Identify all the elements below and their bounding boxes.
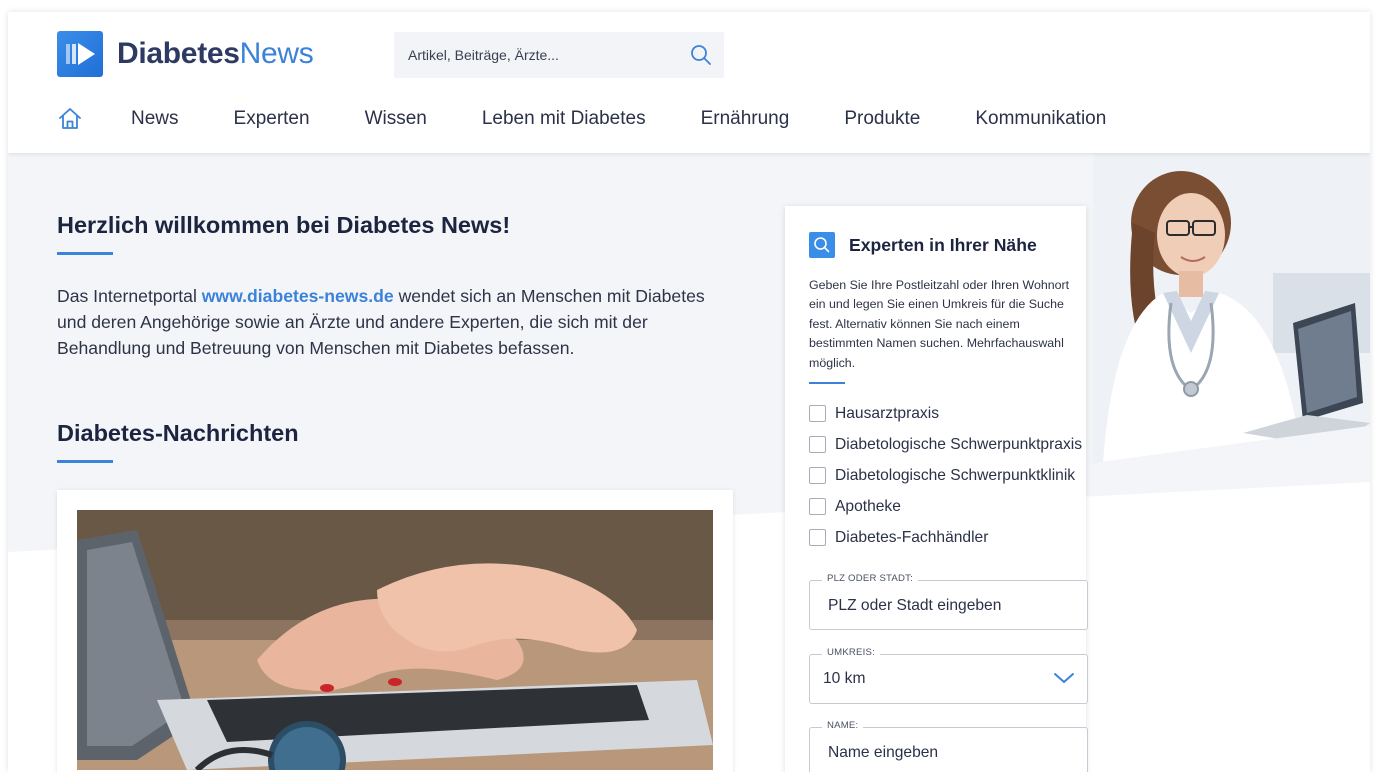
name-label: NAME: [822,720,864,731]
checkbox-schwerpunktklinik[interactable]: Diabetologische Schwerpunktklinik [809,460,1082,491]
checkbox-hausarztpraxis[interactable]: Hausarztpraxis [809,398,1082,429]
logo-play-icon [57,31,103,77]
nav-item-leben-mit-diabetes[interactable]: Leben mit Diabetes [482,108,646,130]
news-title-underline [57,460,113,463]
experts-header: Experten in Ihrer Nähe [809,232,1037,258]
checkbox-schwerpunktpraxis[interactable]: Diabetologische Schwerpunktpraxis [809,429,1082,460]
plz-label: PLZ ODER STADT: [822,573,918,584]
checkbox-label: Diabetologische Schwerpunktpraxis [835,435,1083,453]
intro-prefix: Das Internetportal [57,286,202,306]
checkbox-apotheke[interactable]: Apotheke [809,491,1082,522]
logo-text: DiabetesNews [117,37,314,71]
news-section-title: Diabetes-Nachrichten [57,420,299,446]
plz-field: PLZ ODER STADT: [809,573,1088,630]
nav-item-experten[interactable]: Experten [234,108,310,130]
search-input[interactable] [394,32,688,78]
page-frame: DiabetesNews News Experten [8,12,1370,772]
nav-item-ernaehrung[interactable]: Ernährung [701,108,790,130]
radius-value: 10 km [823,670,866,687]
nav-item-kommunikation[interactable]: Kommunikation [975,108,1106,130]
checkbox-label: Diabetes-Fachhändler [835,528,989,546]
logo-text-part2: News [239,37,314,70]
checkbox-label: Diabetologische Schwerpunktklinik [835,466,1076,484]
checkbox-box[interactable] [809,467,826,484]
logo[interactable]: DiabetesNews [57,31,314,77]
portal-link[interactable]: www.diabetes-news.de [202,286,394,306]
nav-item-wissen[interactable]: Wissen [365,108,427,130]
plz-input[interactable] [826,593,1070,619]
main-nav: News Experten Wissen Leben mit Diabetes … [57,105,1161,133]
checkbox-box[interactable] [809,405,826,422]
experts-panel: Experten in Ihrer Nähe Geben Sie Ihre Po… [785,206,1088,772]
site-header: DiabetesNews News Experten [8,12,1370,153]
news-image [77,510,713,770]
name-field: NAME: [809,720,1088,772]
checkbox-box[interactable] [809,436,826,453]
name-input[interactable] [826,740,1070,766]
search-bar [394,32,724,78]
experts-divider [809,382,845,384]
welcome-title: Herzlich willkommen bei Diabetes News! [57,212,511,238]
search-icon [809,232,835,258]
logo-text-part1: Diabetes [117,37,240,70]
nav-item-news[interactable]: News [131,108,179,130]
checkbox-label: Apotheke [835,497,901,515]
nav-item-produkte[interactable]: Produkte [844,108,920,130]
experts-title: Experten in Ihrer Nähe [849,234,1037,255]
doctor-hero-image [1093,153,1370,463]
chevron-down-icon[interactable] [1053,671,1075,690]
radius-select[interactable]: UMKREIS: 10 km [809,647,1088,704]
home-icon[interactable] [57,106,83,132]
checkbox-box[interactable] [809,529,826,546]
checkbox-label: Hausarztpraxis [835,404,939,422]
intro-text: Das Internetportal www.diabetes-news.de … [57,283,737,361]
search-icon[interactable] [690,44,712,71]
checkbox-fachhaendler[interactable]: Diabetes-Fachhändler [809,522,1082,553]
news-card[interactable] [57,490,733,772]
experts-description: Geben Sie Ihre Postleitzahl oder Ihren W… [809,278,1070,370]
checkbox-box[interactable] [809,498,826,515]
radius-label: UMKREIS: [822,647,880,658]
title-underline [57,252,113,255]
facility-checkbox-list: Hausarztpraxis Diabetologische Schwerpun… [809,398,1082,553]
